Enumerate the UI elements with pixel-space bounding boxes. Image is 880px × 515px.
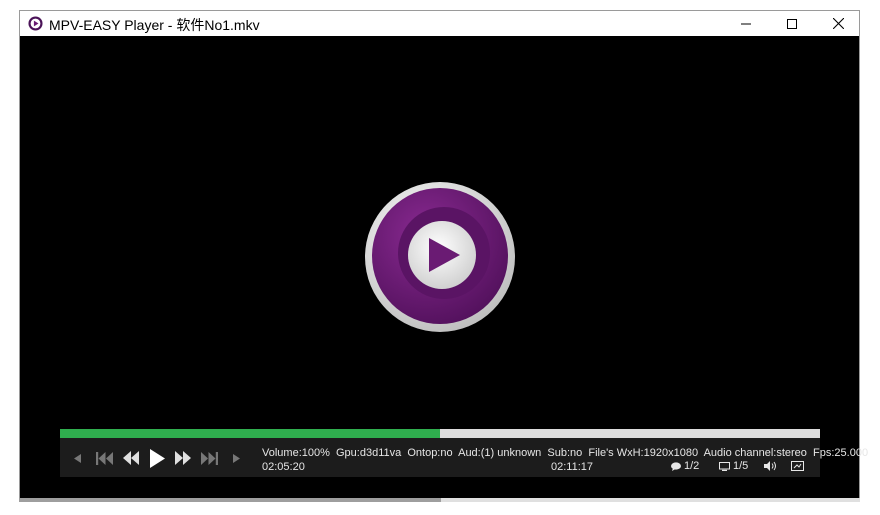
mpv-play-icon (28, 16, 43, 31)
minimize-button[interactable] (723, 11, 769, 36)
status-info: Volume:100% Gpu:d3d11va Ontop:no Aud:(1)… (262, 447, 869, 459)
caret-right-icon (232, 453, 240, 463)
fast-forward-icon (175, 451, 191, 465)
fast-forward-button[interactable] (172, 447, 194, 469)
minimize-icon (741, 23, 751, 24)
window-title: MPV-EASY Player - 软件No1.mkv (49, 17, 260, 33)
skip-previous-icon (95, 451, 113, 465)
maximize-icon (787, 18, 797, 29)
title-bar[interactable]: MPV-EASY Player - 软件No1.mkv (20, 11, 859, 36)
video-track-indicator[interactable]: 1/5 (719, 460, 748, 472)
next-frame-button[interactable] (229, 447, 243, 469)
bottom-scrollbar[interactable] (19, 498, 860, 502)
time-total: 02:11:17 (551, 461, 594, 473)
close-icon (832, 18, 844, 29)
caret-left-icon (73, 453, 81, 463)
seek-bar[interactable] (60, 429, 820, 438)
mpv-logo-icon (365, 182, 515, 332)
play-icon (149, 448, 165, 468)
subtitle-track-value: 1/2 (684, 460, 700, 472)
maximize-button[interactable] (769, 11, 815, 36)
screen-icon (790, 460, 804, 471)
rewind-icon (123, 451, 139, 465)
speaker-icon (763, 460, 776, 471)
video-track-value: 1/5 (733, 460, 749, 472)
player-window: MPV-EASY Player - 软件No1.mkv Volume:100% … (19, 10, 868, 501)
play-button[interactable] (146, 445, 168, 471)
close-button[interactable] (815, 11, 861, 36)
next-file-button[interactable] (198, 447, 220, 469)
seek-bar-fill (60, 429, 440, 438)
prev-frame-button[interactable] (70, 447, 84, 469)
speech-bubble-icon (671, 461, 681, 471)
prev-file-button[interactable] (93, 447, 115, 469)
rewind-button[interactable] (120, 447, 142, 469)
subtitle-track-indicator[interactable]: 1/2 (671, 460, 699, 472)
skip-next-icon (200, 451, 218, 465)
time-elapsed: 02:05:20 (262, 461, 305, 473)
control-bar: Volume:100% Gpu:d3d11va Ontop:no Aud:(1)… (60, 429, 868, 477)
video-area[interactable]: Volume:100% Gpu:d3d11va Ontop:no Aud:(1)… (20, 36, 868, 501)
monitor-icon (719, 461, 730, 471)
volume-button[interactable] (762, 459, 778, 472)
fullscreen-button[interactable] (789, 459, 805, 472)
scrollbar-thumb[interactable] (19, 498, 441, 502)
